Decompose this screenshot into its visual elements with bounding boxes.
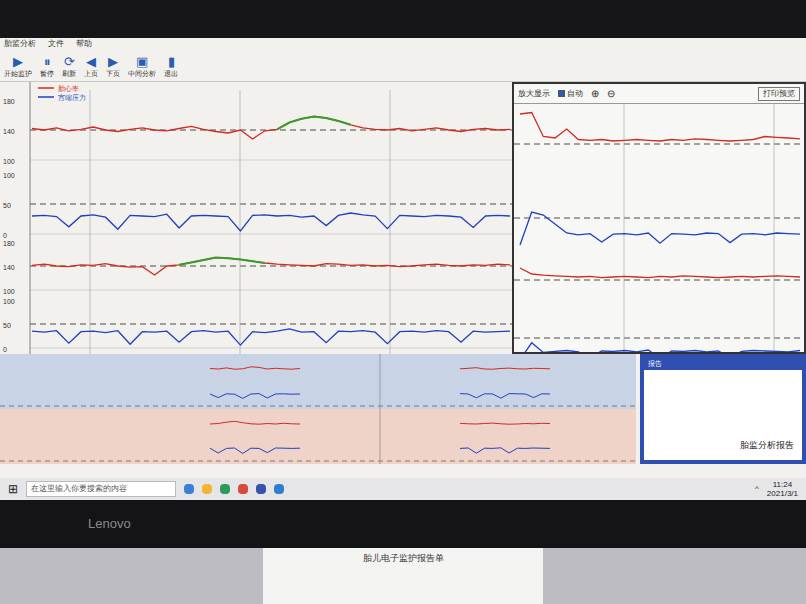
main-chart: 180140100100500180140100100500胎心率宫缩压力 (0, 82, 512, 354)
taskbar-app-icon[interactable] (256, 484, 266, 494)
taskbar-app-icon[interactable] (220, 484, 230, 494)
fhr-trace (520, 113, 800, 142)
clock: 11:242021/3/1 (767, 480, 798, 498)
toolbar-button[interactable]: ▶下页 (106, 55, 120, 77)
toolbar-button[interactable]: ▣中间分析 (128, 55, 156, 77)
overview-fhr (460, 368, 550, 370)
monitor-top-bezel (0, 0, 806, 38)
brand-logo: Lenovo (88, 514, 131, 534)
zoom-chart (514, 104, 804, 352)
bottom-panel: 报告胎监分析报告 (0, 354, 806, 464)
overview-toco (210, 394, 300, 399)
taskbar-app-icon[interactable] (184, 484, 194, 494)
fhr-trace (520, 268, 800, 278)
fhr-trace (32, 258, 510, 275)
svg-text:100: 100 (3, 172, 15, 179)
toolbar: ▶开始监护 ⏸暂停 ⟳刷新 ◀上页 ▶下页 ▣中间分析 ▮退出 (0, 50, 806, 82)
monitor-bottom-bezel: Lenovo (0, 500, 806, 548)
menu-item[interactable]: 帮助 (76, 40, 92, 48)
acceleration-highlight (277, 117, 351, 130)
zoom-option[interactable]: 自动 (558, 88, 583, 100)
svg-text:胎心率: 胎心率 (58, 85, 79, 92)
paper: 胎儿电子监护报告单 (263, 548, 543, 604)
toco-trace (520, 212, 800, 245)
overview-toco (460, 448, 550, 453)
photo: 胎监分析 文件 帮助 ▶开始监护 ⏸暂停 ⟳刷新 ◀上页 ▶下页 ▣中间分析 ▮退出 180 140 1… (0, 0, 806, 604)
svg-text:180: 180 (3, 240, 15, 247)
toolbar-icon: ▣ (136, 55, 148, 68)
toco-trace (32, 213, 510, 231)
svg-text:50: 50 (3, 322, 11, 329)
zoom-button[interactable]: ⊖ (607, 86, 615, 101)
zoom-window-header: 放大显示自动⊕⊖打印预览 (514, 84, 804, 104)
menu-bar: 胎监分析 文件 帮助 (0, 38, 806, 50)
svg-text:0: 0 (3, 232, 7, 239)
report-box: 报告胎监分析报告 (640, 354, 806, 464)
toolbar-button[interactable]: ⏸暂停 (40, 55, 54, 77)
taskbar: ⊞ 在这里输入你要搜索的内容 ^ 11:242021/3/1 (0, 478, 806, 500)
taskbar-app-icon[interactable] (274, 484, 284, 494)
overview-toco (210, 448, 300, 453)
svg-text:宫缩压力: 宫缩压力 (58, 94, 86, 101)
checkbox[interactable] (558, 90, 565, 97)
overview-toco (460, 394, 550, 399)
menu-item[interactable]: 文件 (48, 40, 64, 48)
svg-text:100: 100 (3, 298, 15, 305)
side-label[interactable]: 打印预览 (758, 87, 800, 101)
toolbar-icon: ▮ (168, 55, 175, 68)
chart-area: 180140100100500180140100100500胎心率宫缩压力放大显… (0, 82, 806, 354)
overview-strip (0, 409, 636, 464)
toolbar-button[interactable]: ⟳刷新 (62, 55, 76, 77)
desk: 胎儿电子监护报告单 (0, 548, 806, 604)
zoom-button[interactable]: ⊕ (591, 86, 599, 101)
svg-text:140: 140 (3, 264, 15, 271)
toolbar-icon: ⟳ (64, 55, 75, 68)
svg-text:100: 100 (3, 288, 15, 295)
taskbar-app-icon[interactable] (238, 484, 248, 494)
zoom-window: 放大显示自动⊕⊖打印预览 (512, 82, 806, 354)
svg-text:0: 0 (3, 346, 7, 353)
toco-trace (32, 329, 510, 345)
toolbar-button[interactable]: ▮退出 (164, 55, 178, 77)
acceleration-highlight (179, 258, 265, 265)
toolbar-icon: ◀ (86, 55, 96, 68)
toolbar-button[interactable]: ▶开始监护 (4, 55, 32, 77)
screen: 胎监分析 文件 帮助 ▶开始监护 ⏸暂停 ⟳刷新 ◀上页 ▶下页 ▣中间分析 ▮退出 180 140 1… (0, 38, 806, 500)
overview-fhr (460, 423, 550, 424)
legend: 胎心率宫缩压力 (38, 85, 86, 101)
svg-text:180: 180 (3, 98, 15, 105)
svg-text:50: 50 (3, 202, 11, 209)
toco-trace (520, 343, 800, 352)
overview-fhr (210, 367, 300, 369)
window-title: 胎监分析 (4, 40, 36, 48)
taskbar-app-icon[interactable] (202, 484, 212, 494)
toolbar-button[interactable]: ◀上页 (84, 55, 98, 77)
toolbar-icon: ▶ (108, 55, 118, 68)
fhr-trace (32, 117, 510, 140)
search-box[interactable]: 在这里输入你要搜索的内容 (26, 481, 176, 497)
overview (0, 354, 640, 464)
toolbar-icon: ⏸ (44, 55, 51, 68)
overview-strip (0, 354, 636, 409)
svg-text:140: 140 (3, 128, 15, 135)
overview-fhr (210, 421, 300, 424)
start-button[interactable]: ⊞ (8, 483, 18, 495)
toolbar-icon: ▶ (13, 55, 23, 68)
svg-text:100: 100 (3, 158, 15, 165)
tray-arrow[interactable]: ^ (755, 483, 759, 495)
